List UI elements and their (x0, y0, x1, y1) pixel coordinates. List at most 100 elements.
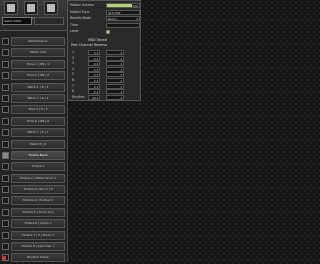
reserve-field[interactable]: 1 (106, 89, 124, 95)
patch-checkbox[interactable] (2, 220, 9, 228)
record-indicator (2, 256, 6, 260)
patch-button[interactable]: Tone 6 | ON | 6 (11, 116, 65, 126)
patch-button[interactable]: Timbre 5 | Drum Grp (11, 207, 65, 217)
patch-button[interactable]: Timbre 7 | 3 | Drum 2 (11, 230, 65, 240)
master-volume-slider[interactable]: 100 (106, 3, 140, 8)
patch-button[interactable]: Timbre 1 (11, 162, 65, 172)
reserve-field[interactable]: 1 (106, 83, 124, 89)
setup-button[interactable] (44, 1, 58, 15)
patch-button[interactable]: Patch 1 | 6 | 3 (11, 82, 65, 92)
patch-checkbox[interactable] (2, 117, 9, 125)
patch-checkbox[interactable] (2, 83, 9, 91)
channel-value: 10 ▾ (92, 95, 98, 100)
chevron-down-icon: ▾ (136, 17, 138, 21)
reserve-field[interactable]: 1 (106, 55, 124, 61)
reserve-value: 1 (120, 95, 122, 100)
patch-row: Patch 1 | 6 | 3 (0, 82, 67, 93)
channel-field[interactable]: 2 ▾ (88, 78, 100, 83)
patch-row: Timbre 8 | Launcher 1 (0, 241, 67, 252)
reserve-field[interactable]: 1 (106, 61, 124, 67)
channel-field[interactable]: 2 ▾ (88, 50, 100, 55)
edit-icon (7, 4, 15, 12)
patch-button[interactable]: Patch 2 | 6 | 4 (11, 93, 65, 103)
prop-field[interactable] (106, 22, 140, 28)
edit-button[interactable] (4, 1, 18, 15)
patch-checkbox[interactable] (2, 60, 9, 68)
patch-checkbox[interactable] (2, 151, 9, 159)
patch-checkbox[interactable] (2, 231, 9, 239)
patch-button[interactable]: Timbre 4 | Hookup 2 (11, 196, 65, 206)
toolbar: Edit Midi Setup (0, 0, 67, 31)
patch-row: Timbre Bank (0, 150, 67, 161)
patch-checkbox[interactable] (2, 163, 9, 171)
patch-button[interactable]: Tone 1 | ON | 1 (11, 59, 65, 69)
patch-checkbox[interactable] (2, 38, 9, 45)
patch-checkbox[interactable] (2, 94, 9, 102)
reserve-field[interactable]: 1 (106, 78, 124, 83)
reserve-field[interactable]: 1 (106, 66, 124, 72)
channel-field[interactable]: 2 ▾ (88, 83, 100, 89)
patch-row: Timbre 5 | Drum Grp (0, 207, 67, 218)
channel-value: 2 ▾ (93, 73, 98, 78)
channel-value: 2 ▾ (93, 67, 98, 72)
reserve-value: 1 (120, 84, 122, 89)
patch-checkbox[interactable] (2, 49, 9, 57)
midi-part-row: Rhythm 10 ▾ 1 (70, 94, 140, 101)
patch-checkbox[interactable] (2, 186, 9, 194)
part-index: 5 (72, 72, 75, 77)
part-index: 8 (72, 89, 75, 94)
patch-button[interactable]: Tone 2 | ON | 2 (11, 71, 65, 81)
patch-row: Patch 8 | 6 (0, 139, 67, 150)
channel-field[interactable]: 2 ▾ (88, 55, 100, 61)
reserve-value: 1 (120, 73, 122, 78)
patch-button[interactable]: Performance (11, 37, 65, 46)
patch-list: Performance Patch: Inst Tone 1 | ON | 1 Ton… (0, 36, 67, 264)
channel-value: 2 ▾ (93, 51, 98, 55)
reserve-field[interactable]: 1 (106, 72, 124, 78)
part-index: 7 (72, 83, 75, 88)
volume-value: 100 (132, 4, 138, 8)
channel-field[interactable]: 2 ▾ (88, 72, 100, 78)
patch-checkbox[interactable] (2, 129, 9, 137)
patch-checkbox[interactable] (2, 197, 9, 205)
patch-checkbox[interactable] (2, 174, 9, 182)
part-index: 2 (72, 55, 75, 60)
prop-label: Level (70, 29, 79, 33)
patch-row: Tone 5 | 6 | 5 (0, 104, 67, 115)
patch-button[interactable]: Timbre 2 | Other Drum 1 (11, 173, 65, 183)
volume-fill (107, 4, 132, 7)
channel-field[interactable]: 2 ▾ (88, 66, 100, 72)
patch-checkbox[interactable] (2, 106, 9, 114)
patch-checkbox[interactable] (2, 208, 9, 216)
part-index: 6 (72, 78, 75, 82)
channel-field[interactable]: 2 ▾ (88, 89, 100, 95)
prop-label: Time (70, 22, 78, 27)
channel-value: 2 ▾ (93, 56, 98, 61)
patch-checkbox[interactable] (2, 140, 9, 148)
midi-column-header: MIDI Tone# (88, 38, 108, 42)
channel-field[interactable]: 10 ▾ (88, 94, 100, 100)
mini-control[interactable] (34, 17, 64, 25)
patch-button[interactable]: Patch: Inst (11, 48, 65, 58)
patch-button[interactable]: Patch 8 | 6 (11, 139, 65, 149)
channel-field[interactable]: 2 ▾ (88, 61, 100, 67)
patch-checkbox[interactable] (2, 72, 9, 80)
reserve-field[interactable]: 1 (106, 94, 124, 100)
patch-row: Tone 1 | ON | 1 (0, 59, 67, 70)
reserve-field[interactable]: 1 (106, 50, 124, 55)
patch-button[interactable]: Timbre 6 | Super 1 (11, 219, 65, 229)
patch-button[interactable]: Timbre 8 | Launcher 1 (11, 242, 65, 252)
patch-button[interactable]: Rhythm Setup (11, 253, 65, 263)
patch-row: Tone 2 | ON | 2 (0, 70, 67, 81)
patch-button[interactable]: Patch 7 | 6 | 7 (11, 128, 65, 138)
patch-checkbox[interactable] (2, 243, 9, 251)
patch-row: Timbre 7 | 3 | Drum 2 (0, 230, 67, 241)
prop-field[interactable]: 415.3Hz (106, 9, 140, 15)
patch-button[interactable]: Tone 5 | 6 | 5 (11, 105, 65, 115)
patch-button[interactable]: Timbre Bank (11, 150, 65, 160)
patch-row: Rhythm Setup (0, 252, 67, 263)
reverb-mode-select[interactable]: Room ▾ (106, 16, 140, 21)
level-toggle[interactable] (106, 29, 110, 34)
patch-button[interactable]: Timbre 3 | Pno 2 | 6 (11, 185, 65, 195)
midi-button[interactable] (24, 1, 38, 15)
